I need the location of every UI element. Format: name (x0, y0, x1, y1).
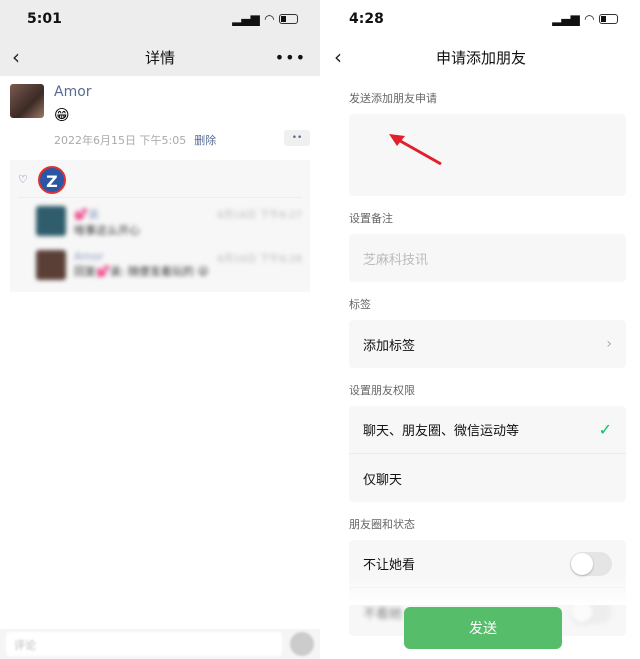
emoji-icon[interactable] (290, 632, 314, 656)
wifi-icon: ◠ (264, 12, 274, 26)
comment-input[interactable]: 评论 (6, 632, 282, 656)
option-label: 仅聊天 (363, 472, 403, 488)
comment-time: 6月16日 下午6:27 (217, 210, 302, 221)
interactions-panel: ♡ Z 💕诶 6月16日 下午6:27 啥事这么开心 Amor 6月16日 下午6:2… (10, 160, 310, 292)
battery-icon (279, 14, 298, 24)
remark-label: 设置备注 (349, 212, 393, 225)
request-message-input[interactable] (349, 114, 626, 196)
add-friend-screen: 4:28 ▂▄▆ ◠ ‹ 申请添加朋友 发送添加朋友申请 设置备注 芝麻科技讯 标… (322, 0, 640, 659)
moment-post: Amor 😁 2022年6月15日 下午5:05 删除 •• (0, 76, 320, 147)
liker-avatar[interactable]: Z (37, 165, 66, 194)
likes-row: ♡ Z (18, 165, 302, 198)
comment-author: 💕诶 (74, 208, 99, 221)
avatar (36, 206, 66, 236)
permission-option-all[interactable]: 聊天、朋友圈、微信运动等 ✓ (349, 406, 626, 454)
send-button[interactable]: 发送 (404, 607, 562, 649)
message-label: 发送添加朋友申请 (349, 92, 437, 105)
status-bar: 4:28 ▂▄▆ ◠ (322, 0, 640, 38)
moments-label: 朋友圈和状态 (349, 518, 415, 531)
heart-icon: ♡ (18, 173, 28, 186)
add-tag-label: 添加标签 (363, 338, 416, 354)
comment-author: Amor (74, 250, 104, 263)
comment-text: 啥事这么开心 (74, 224, 140, 237)
remark-input[interactable]: 芝麻科技讯 (349, 234, 626, 282)
nav-bar: ‹ 详情 ••• (0, 38, 320, 76)
tags-label: 标签 (349, 298, 371, 311)
comment-bar: 评论 (0, 629, 320, 659)
add-tag-row[interactable]: 添加标签 › (349, 320, 626, 368)
option-label: 不看她 (363, 606, 403, 622)
option-label: 不让她看 (363, 558, 416, 573)
hide-my-moments-toggle[interactable] (570, 551, 612, 576)
signal-icon: ▂▄▆ (232, 12, 260, 26)
page-title: 申请添加朋友 (435, 48, 526, 67)
signal-icon: ▂▄▆ (552, 12, 580, 26)
comment-item[interactable]: Amor 6月16日 下午6:28 回复💕诶: 随便发着玩的 😜 (18, 242, 302, 284)
chevron-right-icon: › (606, 336, 612, 352)
wifi-icon: ◠ (584, 12, 594, 26)
post-actions-button[interactable]: •• (284, 130, 310, 146)
status-time: 4:28 (349, 11, 384, 27)
permission-option-chat-only[interactable]: 仅聊天 (349, 454, 626, 502)
more-icon[interactable]: ••• (275, 48, 306, 67)
avatar (36, 250, 66, 280)
checkmark-icon: ✓ (598, 420, 612, 439)
comment-time: 6月16日 下午6:28 (217, 254, 302, 265)
post-date: 2022年6月15日 下午5:05 (54, 134, 187, 147)
battery-icon (599, 14, 618, 24)
permissions-label: 设置朋友权限 (349, 384, 415, 397)
status-bar: 5:01 ▂▄▆ ◠ (0, 0, 320, 38)
status-time: 5:01 (27, 11, 62, 27)
back-icon[interactable]: ‹ (12, 45, 20, 69)
red-arrow-icon (389, 134, 442, 166)
avatar[interactable] (10, 84, 44, 118)
back-icon[interactable]: ‹ (334, 45, 342, 69)
nav-bar: ‹ 申请添加朋友 (322, 38, 640, 76)
page-title: 详情 (144, 48, 175, 67)
post-content: 😁 (54, 106, 70, 124)
option-label: 聊天、朋友圈、微信运动等 (363, 424, 520, 439)
moment-detail-screen: 5:01 ▂▄▆ ◠ ‹ 详情 ••• Amor 😁 2022年6月15日 下午5… (0, 0, 320, 659)
delete-link[interactable]: 删除 (194, 134, 216, 147)
author-name[interactable]: Amor (54, 84, 92, 100)
comment-item[interactable]: 💕诶 6月16日 下午6:27 啥事这么开心 (18, 198, 302, 242)
comment-text: 回复💕诶: 随便发着玩的 😜 (74, 265, 209, 278)
